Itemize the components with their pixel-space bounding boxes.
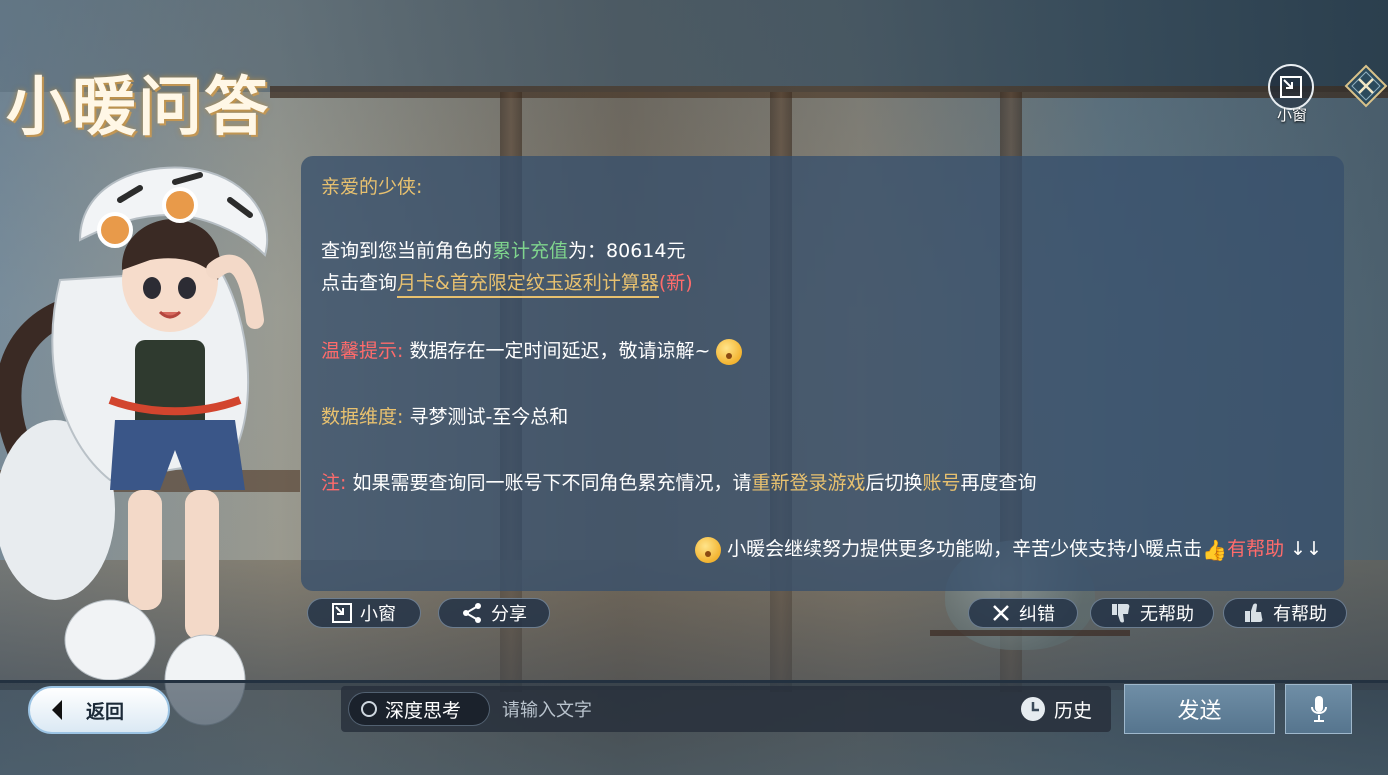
microphone-icon: [1310, 696, 1327, 722]
correct-label: 纠错: [1019, 604, 1055, 625]
radio-circle-icon: [361, 701, 377, 717]
note-highlight-account: 账号: [922, 472, 961, 494]
helpful-button[interactable]: 有帮助: [1223, 598, 1347, 628]
note-text-2: 后切换: [865, 472, 923, 494]
share-icon: [461, 602, 483, 624]
thumbs-up-icon: [1243, 602, 1265, 624]
back-button[interactable]: 返回: [28, 686, 170, 734]
tip-text: 数据存在一定时间延迟，敬请谅解~: [409, 340, 711, 362]
deep-think-label: 深度思考: [385, 699, 462, 722]
note-line: 注: 如果需要查询同一账号下不同角色累充情况，请重新登录游戏后切换账号再度查询: [321, 468, 1037, 495]
mini-window-icon: [332, 603, 352, 623]
background-stand: [930, 630, 1130, 686]
close-icon: [1344, 64, 1388, 108]
thumbs-up-icon: 👍: [1202, 537, 1228, 562]
close-button[interactable]: [1344, 64, 1388, 108]
surprised-emoji-icon: [716, 338, 743, 365]
send-button[interactable]: 发送: [1124, 684, 1275, 734]
query-prefix: 查询到您当前角色的: [321, 240, 493, 262]
background-beam: [270, 86, 1388, 98]
share-label: 分享: [491, 604, 527, 625]
greeting-text: 亲爱的少侠:: [321, 176, 423, 198]
mini-window-icon: [1280, 76, 1302, 98]
query-mid: 为：: [568, 240, 607, 262]
tip-line: 温馨提示: 数据存在一定时间延迟，敬请谅解~: [321, 336, 743, 365]
cross-icon: [991, 603, 1011, 623]
footer-text: 小暖会继续努力提供更多功能呦，辛苦少侠支持小暖点击: [727, 538, 1203, 560]
recharge-value: 80614元: [606, 240, 686, 262]
cumulative-recharge-term: 累计充值: [492, 240, 569, 262]
answer-card: 亲爱的少侠: 查询到您当前角色的累计充值为：80614元 点击查询月卡&首充限定…: [301, 156, 1344, 591]
dimension-line: 数据维度: 寻梦测试-至今总和: [321, 402, 568, 429]
deep-think-toggle[interactable]: 深度思考: [348, 692, 490, 726]
footer-helpful: 有帮助: [1227, 538, 1285, 560]
mini-window-label: 小窗: [1276, 106, 1307, 124]
calculator-link[interactable]: 月卡&首充限定纹玉返利计算器: [397, 272, 659, 298]
app-screen: 小暖问答 小窗 亲爱的少侠: 查询到您当前角色的累计充值为：80614元 点击查…: [0, 0, 1388, 775]
back-arrow-icon: [52, 700, 62, 720]
not-helpful-button[interactable]: 无帮助: [1090, 598, 1214, 628]
footer-arrows: ↓↓: [1290, 538, 1322, 560]
voice-input-button[interactable]: [1285, 684, 1352, 734]
mini-window-action-label: 小窗: [360, 604, 396, 625]
clock-icon: [1021, 697, 1045, 721]
history-button[interactable]: 历史: [1020, 692, 1092, 726]
correct-button[interactable]: 纠错: [968, 598, 1078, 628]
mascot-character-illustration: [0, 166, 269, 726]
note-text-3: 再度查询: [960, 472, 1037, 494]
click-prefix: 点击查询: [321, 272, 398, 294]
thumbs-down-icon: [1110, 602, 1132, 624]
share-button[interactable]: 分享: [438, 598, 550, 628]
note-label: 注:: [321, 472, 347, 494]
surprised-emoji-icon: [695, 536, 722, 563]
send-label: 发送: [1177, 699, 1222, 724]
note-highlight-relogin: 重新登录游戏: [751, 472, 866, 494]
message-input[interactable]: [500, 692, 1004, 728]
calculator-line: 点击查询月卡&首充限定纹玉返利计算器(新): [321, 268, 693, 298]
not-helpful-label: 无帮助: [1140, 604, 1194, 625]
new-tag: (新): [658, 272, 693, 294]
dimension-label: 数据维度:: [321, 406, 404, 428]
tip-label: 温馨提示:: [321, 340, 404, 362]
footer-line: 小暖会继续努力提供更多功能呦，辛苦少侠支持小暖点击👍有帮助 ↓↓: [695, 534, 1322, 563]
back-label: 返回: [86, 700, 125, 723]
mini-window-action-button[interactable]: 小窗: [307, 598, 421, 628]
history-label: 历史: [1054, 699, 1093, 722]
note-text-1: 如果需要查询同一账号下不同角色累充情况，请: [352, 472, 752, 494]
page-title: 小暖问答: [6, 70, 270, 145]
helpful-label: 有帮助: [1273, 604, 1327, 625]
recharge-query-line: 查询到您当前角色的累计充值为：80614元: [321, 236, 686, 263]
dimension-text: 寻梦测试-至今总和: [409, 406, 569, 428]
